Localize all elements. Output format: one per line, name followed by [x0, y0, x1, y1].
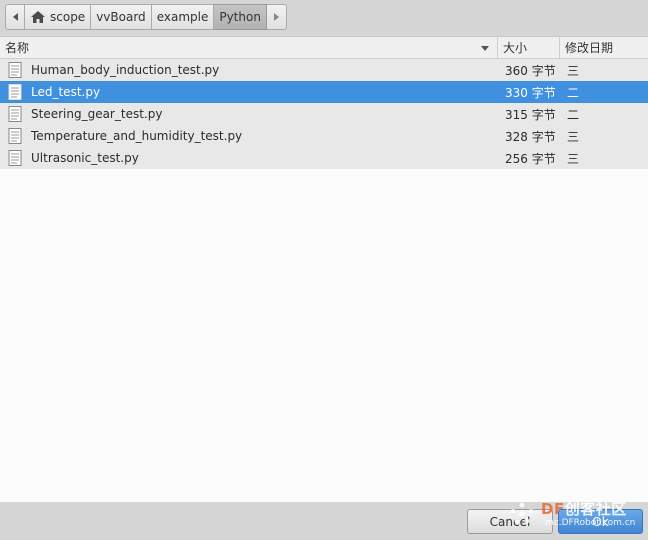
- file-size: 315 字节: [505, 107, 556, 122]
- column-size-label: 大小: [503, 41, 528, 55]
- dialog-footer: Cancel Ok: [0, 502, 648, 540]
- text-file-icon: [8, 128, 22, 144]
- file-name: Temperature_and_humidity_test.py: [31, 129, 243, 143]
- text-file-icon: [8, 150, 22, 166]
- crumb-vvboard[interactable]: vvBoard: [91, 4, 152, 30]
- crumb-label: example: [156, 10, 209, 24]
- cancel-button[interactable]: Cancel: [467, 509, 553, 534]
- file-name: Ultrasonic_test.py: [31, 151, 139, 165]
- column-date-label: 修改日期: [565, 41, 614, 55]
- file-row[interactable]: Steering_gear_test.py 315 字节 二: [0, 103, 648, 125]
- file-list[interactable]: 名称 大小 修改日期 Human_body_induction_test.py …: [0, 36, 648, 502]
- crumb-label: vvBoard: [96, 10, 146, 24]
- path-back-button[interactable]: [5, 4, 25, 30]
- column-name-header[interactable]: 名称: [0, 37, 498, 58]
- file-name-cell: Human_body_induction_test.py: [0, 62, 498, 78]
- file-size: 330 字节: [505, 85, 556, 100]
- file-size: 360 字节: [505, 63, 556, 78]
- file-date: 三: [567, 151, 580, 166]
- file-row[interactable]: Temperature_and_humidity_test.py 328 字节 …: [0, 125, 648, 147]
- breadcrumb: scope vvBoard example Python: [5, 4, 287, 30]
- column-date-header[interactable]: 修改日期: [560, 37, 648, 58]
- file-name: Human_body_induction_test.py: [31, 63, 220, 77]
- file-row[interactable]: Ultrasonic_test.py 256 字节 三: [0, 147, 648, 169]
- crumb-label: Python: [219, 10, 261, 24]
- text-file-icon: [8, 106, 22, 122]
- crumb-example[interactable]: example: [151, 4, 215, 30]
- path-forward-button[interactable]: [266, 4, 287, 30]
- text-file-icon: [8, 84, 22, 100]
- file-date: 二: [567, 107, 580, 122]
- column-name-label: 名称: [5, 41, 30, 55]
- ok-button[interactable]: Ok: [558, 509, 643, 534]
- file-name-cell: Steering_gear_test.py: [0, 106, 498, 122]
- file-name-cell: Led_test.py: [0, 84, 498, 100]
- crumb-label: scope: [50, 10, 86, 24]
- column-size-header[interactable]: 大小: [498, 37, 560, 58]
- column-header: 名称 大小 修改日期: [0, 37, 648, 59]
- file-size: 256 字节: [505, 151, 556, 166]
- sort-down-icon: [481, 46, 489, 51]
- file-name-cell: Temperature_and_humidity_test.py: [0, 128, 498, 144]
- file-name: Steering_gear_test.py: [31, 107, 163, 121]
- file-row[interactable]: Human_body_induction_test.py 360 字节 三: [0, 59, 648, 81]
- crumb-python[interactable]: Python: [214, 4, 267, 30]
- file-name-cell: Ultrasonic_test.py: [0, 150, 498, 166]
- text-file-icon: [8, 62, 22, 78]
- chevron-left-icon: [12, 13, 18, 21]
- chevron-right-icon: [273, 13, 279, 21]
- file-date: 二: [567, 85, 580, 100]
- path-bar: scope vvBoard example Python: [0, 0, 648, 36]
- file-date: 三: [567, 129, 580, 144]
- home-icon: [30, 10, 46, 24]
- file-name: Led_test.py: [31, 85, 101, 99]
- file-date: 三: [567, 63, 580, 78]
- file-size: 328 字节: [505, 129, 556, 144]
- crumb-scope[interactable]: scope: [25, 4, 92, 30]
- file-row-selected[interactable]: Led_test.py 330 字节 二: [0, 81, 648, 103]
